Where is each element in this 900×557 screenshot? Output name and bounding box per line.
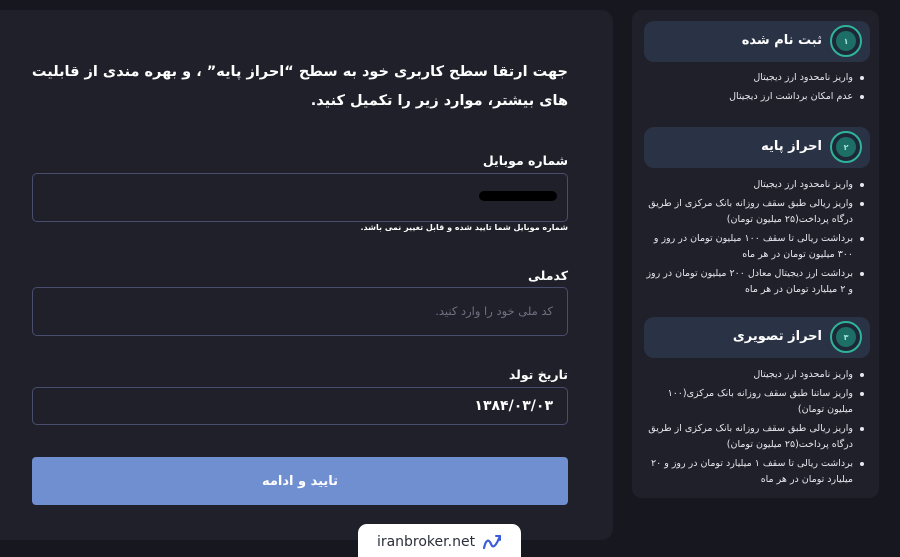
watermark: iranbroker.net bbox=[358, 524, 521, 557]
level-badge-icon: ۲ bbox=[830, 131, 862, 163]
level-features-registered: واریز نامحدود ارز دیجیتال عدم امکان بردا… bbox=[640, 70, 865, 107]
list-item: برداشت ریالی تا سقف ۱۰۰ میلیون تومان در … bbox=[640, 231, 865, 264]
mobile-field[interactable] bbox=[32, 173, 568, 222]
redaction-mask bbox=[479, 191, 557, 201]
national-code-label: کدملی bbox=[528, 268, 568, 283]
verification-form-panel: جهت ارتقا سطح کاربری خود به سطح “احراز پ… bbox=[0, 10, 613, 540]
list-item: واریز نامحدود ارز دیجیتال bbox=[640, 177, 865, 194]
intro-text: جهت ارتقا سطح کاربری خود به سطح “احراز پ… bbox=[31, 64, 568, 109]
list-item: برداشت ریالی تا سقف ۱ میلیارد تومان در ر… bbox=[640, 456, 865, 489]
level-header-registered: ۱ ثبت نام شده bbox=[644, 21, 870, 62]
level-features-video: واریز نامحدود ارز دیجیتال واریز ساتنا طب… bbox=[640, 367, 865, 491]
mobile-hint: شماره موبایل شما تایید شده و قابل تغییر … bbox=[360, 223, 568, 232]
level-title: ثبت نام شده bbox=[741, 33, 822, 48]
mobile-label: شماره موبایل bbox=[482, 153, 568, 168]
level-header-video: ۳ احراز تصویری bbox=[644, 317, 870, 358]
list-item: برداشت ارز دیجیتال معادل ۲۰۰ میلیون توما… bbox=[640, 266, 865, 299]
level-title: احراز پایه bbox=[761, 139, 822, 154]
list-item: واریز ریالی طبق سقف روزانه بانک مرکزی از… bbox=[640, 196, 865, 229]
national-code-input[interactable] bbox=[32, 287, 568, 336]
level-title: احراز تصویری bbox=[732, 329, 822, 344]
level-badge-number: ۲ bbox=[836, 137, 856, 157]
birth-date-input[interactable]: ۱۳۸۴/۰۳/۰۳ bbox=[32, 387, 568, 425]
list-item: واریز ریالی طبق سقف روزانه بانک مرکزی از… bbox=[640, 421, 865, 454]
list-item: واریز نامحدود ارز دیجیتال bbox=[640, 367, 865, 384]
list-item: واریز نامحدود ارز دیجیتال bbox=[640, 70, 865, 87]
chart-trend-icon bbox=[482, 534, 502, 550]
level-badge-icon: ۳ bbox=[830, 321, 862, 353]
level-features-basic: واریز نامحدود ارز دیجیتال واریز ریالی طب… bbox=[640, 177, 865, 301]
watermark-text: iranbroker.net bbox=[376, 534, 476, 550]
level-header-basic: ۲ احراز پایه bbox=[644, 127, 870, 168]
verification-levels-panel: ۱ ثبت نام شده واریز نامحدود ارز دیجیتال … bbox=[632, 10, 879, 498]
list-item: واریز ساتنا طبق سقف روزانه بانک مرکزی(۱۰… bbox=[640, 386, 865, 419]
level-badge-number: ۱ bbox=[836, 31, 856, 51]
list-item: عدم امکان برداشت ارز دیجیتال bbox=[640, 89, 865, 106]
level-badge-number: ۳ bbox=[836, 327, 856, 347]
submit-button[interactable]: تایید و ادامه bbox=[32, 457, 568, 505]
level-badge-icon: ۱ bbox=[830, 25, 862, 57]
birth-date-label: تاریخ تولد bbox=[508, 367, 568, 382]
